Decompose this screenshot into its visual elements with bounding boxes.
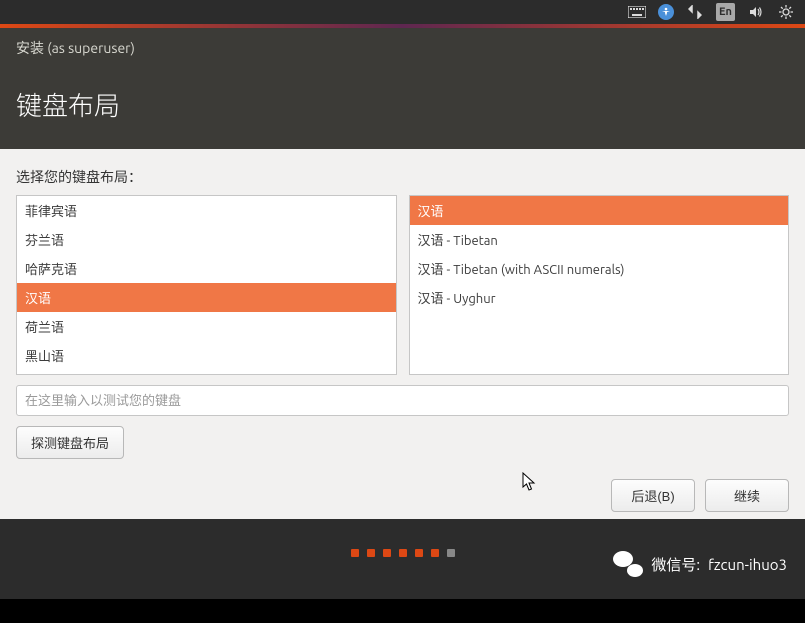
variant-item[interactable]: 汉语 - Tibetan (with ASCII numerals) <box>410 254 789 283</box>
watermark-id: fzcun-ihuo3 <box>708 556 787 573</box>
accessibility-icon[interactable] <box>658 4 674 20</box>
variant-listbox[interactable]: 汉语汉语 - Tibetan汉语 - Tibetan (with ASCII n… <box>409 195 790 375</box>
progress-dot <box>351 549 359 557</box>
language-item[interactable]: 芬兰语 <box>17 225 396 254</box>
top-menubar: En <box>0 0 805 24</box>
variant-item[interactable]: 汉语 - Tibetan <box>410 225 789 254</box>
layout-lists: 菲律宾语芬兰语哈萨克语汉语荷兰语黑山语捷克 汉语汉语 - Tibetan汉语 -… <box>16 195 789 375</box>
window-title: 安装 (as superuser) <box>16 40 135 56</box>
progress-dot <box>431 549 439 557</box>
language-item[interactable]: 汉语 <box>17 283 396 312</box>
watermark: 微信号: fzcun-ihuo3 <box>613 551 787 577</box>
language-item[interactable]: 荷兰语 <box>17 312 396 341</box>
wechat-icon <box>613 551 643 577</box>
continue-button[interactable]: 继续 <box>705 479 789 512</box>
layout-prompt: 选择您的键盘布局： <box>16 167 789 187</box>
page-header: 键盘布局 <box>0 68 805 149</box>
input-method-indicator[interactable]: En <box>716 3 735 21</box>
language-item[interactable]: 黑山语 <box>17 341 396 370</box>
language-item[interactable]: 菲律宾语 <box>17 196 396 225</box>
system-settings-icon[interactable] <box>777 3 795 21</box>
language-item[interactable]: 哈萨克语 <box>17 254 396 283</box>
nav-buttons: 后退(B) 继续 <box>16 459 789 512</box>
progress-dot <box>447 549 455 557</box>
footer: 微信号: fzcun-ihuo3 <box>0 519 805 599</box>
progress-dot <box>367 549 375 557</box>
window-titlebar: 安装 (as superuser) <box>0 28 805 68</box>
watermark-label: 微信号: <box>651 554 700 575</box>
language-listbox[interactable]: 菲律宾语芬兰语哈萨克语汉语荷兰语黑山语捷克 <box>16 195 397 375</box>
variant-item[interactable]: 汉语 <box>410 196 789 225</box>
network-icon[interactable] <box>686 3 704 21</box>
sound-icon[interactable] <box>747 3 765 21</box>
back-button[interactable]: 后退(B) <box>611 479 695 512</box>
detect-layout-button[interactable]: 探测键盘布局 <box>16 426 124 459</box>
language-item[interactable]: 捷克 <box>17 370 396 375</box>
variant-item[interactable]: 汉语 - Uyghur <box>410 283 789 312</box>
keyboard-icon[interactable] <box>628 3 646 21</box>
page-heading: 键盘布局 <box>16 86 789 123</box>
progress-dot <box>383 549 391 557</box>
content-area: 选择您的键盘布局： 菲律宾语芬兰语哈萨克语汉语荷兰语黑山语捷克 汉语汉语 - T… <box>0 149 805 519</box>
progress-dots <box>351 549 455 557</box>
progress-dot <box>415 549 423 557</box>
test-keyboard-input[interactable] <box>16 385 789 416</box>
progress-dot <box>399 549 407 557</box>
